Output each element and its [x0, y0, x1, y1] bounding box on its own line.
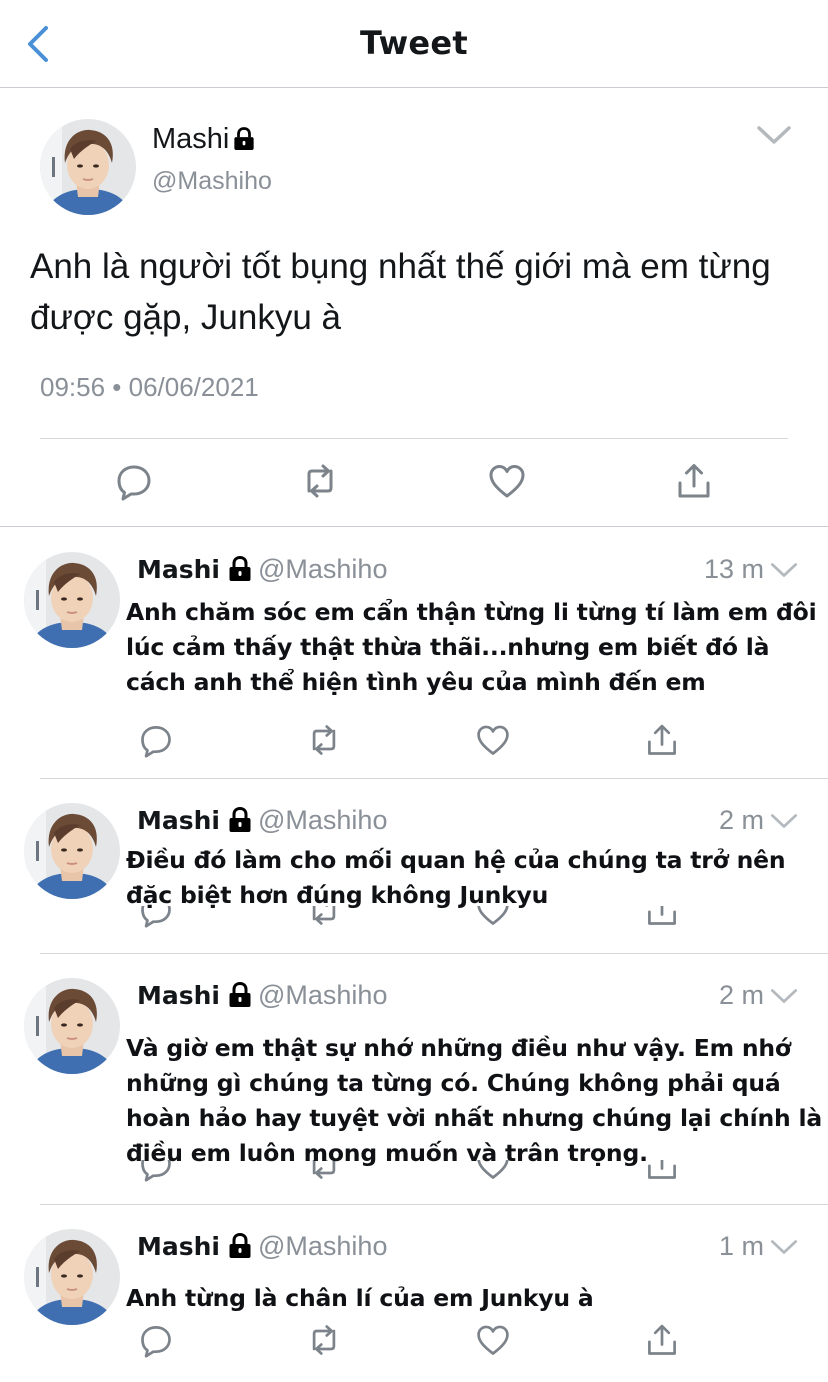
chevron-down-icon[interactable] [770, 1237, 798, 1257]
author-name[interactable]: Mashi [137, 981, 220, 1010]
tweet-actions [0, 722, 828, 762]
author-name-row[interactable]: Mashi [152, 123, 255, 156]
share-icon[interactable] [674, 461, 714, 501]
chevron-down-icon[interactable] [770, 811, 798, 831]
reply-time: 13 m [703, 554, 764, 584]
lock-icon [228, 982, 252, 1008]
retweet-icon[interactable] [300, 461, 340, 501]
chevron-down-icon[interactable] [770, 560, 798, 580]
reply-icon[interactable] [114, 461, 154, 501]
reply-time: 2 m [718, 980, 764, 1010]
author-handle[interactable]: @Mashiho [258, 554, 387, 584]
avatar[interactable] [24, 1229, 120, 1325]
avatar[interactable] [40, 119, 136, 215]
author-name[interactable]: Mashi [137, 806, 220, 835]
retweet-icon[interactable] [306, 722, 342, 758]
author-name[interactable]: Mashi [137, 1232, 220, 1261]
reply-header: Mashi @Mashiho [137, 980, 387, 1011]
share-icon[interactable] [644, 1322, 680, 1358]
retweet-icon[interactable] [306, 1322, 342, 1358]
reply-text: Và giờ em thật sự nhớ những điều như vậy… [126, 1034, 823, 1167]
avatar[interactable] [24, 803, 120, 899]
chevron-down-icon[interactable] [756, 123, 792, 147]
lock-icon [228, 807, 252, 833]
share-icon[interactable] [644, 722, 680, 758]
tweet-actions [0, 1322, 828, 1362]
reply-tweet[interactable]: Mashi @Mashiho 2 m Và giờ em thật sự nhớ … [0, 954, 828, 1204]
reply-tweet[interactable]: Mashi @Mashiho 2 m Điều đó làm cho mối qu… [0, 779, 828, 954]
chevron-down-icon[interactable] [770, 986, 798, 1006]
author-handle[interactable]: @Mashiho [152, 167, 272, 196]
tweet-actions [0, 461, 828, 505]
divider [40, 438, 788, 439]
reply-text: Anh từng là chân lí của em Junkyu à [126, 1284, 594, 1312]
reply-icon[interactable] [138, 722, 174, 758]
like-icon[interactable] [475, 1322, 511, 1358]
author-name[interactable]: Mashi [152, 123, 229, 155]
lock-icon [228, 1233, 252, 1259]
tweet-text: Anh là người tốt bụng nhất thế giới mà e… [30, 247, 771, 337]
reply-tweet[interactable]: Mashi @Mashiho 13 m Anh chăm sóc em cẩn t… [0, 528, 828, 778]
avatar[interactable] [24, 552, 120, 648]
author-name[interactable]: Mashi [137, 555, 220, 584]
reply-header: Mashi @Mashiho [137, 805, 387, 836]
author-handle[interactable]: @Mashiho [258, 805, 387, 835]
main-tweet: Mashi @Mashiho Anh là người tốt bụng nhấ… [0, 89, 828, 527]
reply-header: Mashi @Mashiho [137, 554, 387, 585]
like-icon[interactable] [487, 461, 527, 501]
tweet-timestamp: 09:56 • 06/06/2021 [40, 372, 259, 402]
lock-icon [228, 556, 252, 582]
author-handle[interactable]: @Mashiho [258, 1231, 387, 1261]
reply-header: Mashi @Mashiho [137, 1231, 387, 1262]
top-nav-bar: Tweet [0, 0, 828, 88]
like-icon[interactable] [475, 722, 511, 758]
reply-text: Anh chăm sóc em cẩn thận từng li từng tí… [126, 598, 817, 696]
lock-icon [233, 127, 255, 151]
author-handle[interactable]: @Mashiho [258, 980, 387, 1010]
avatar[interactable] [24, 978, 120, 1074]
reply-time: 1 m [718, 1231, 764, 1261]
reply-tweet[interactable]: Mashi @Mashiho 1 m Anh từng là chân lí củ… [0, 1205, 828, 1382]
reply-time: 2 m [718, 805, 764, 835]
page-title: Tweet [359, 24, 469, 62]
reply-text: Điều đó làm cho mối quan hệ của chúng ta… [126, 846, 786, 909]
reply-icon[interactable] [138, 1322, 174, 1358]
